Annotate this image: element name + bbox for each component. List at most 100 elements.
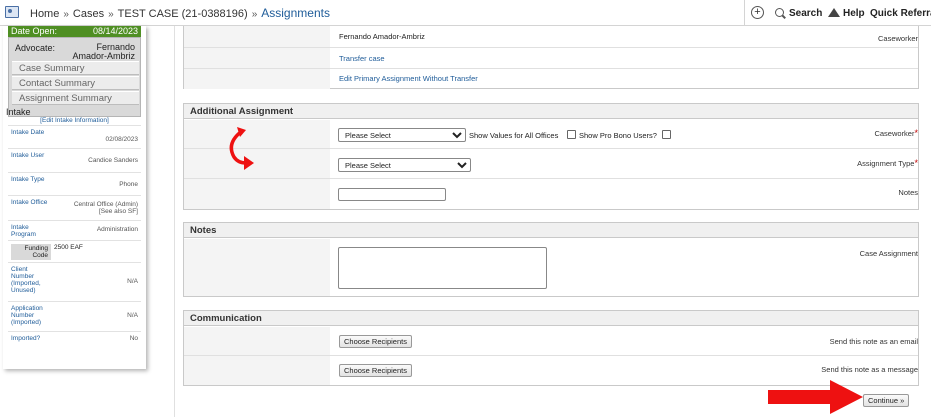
intake-row-value: N/A [127,278,138,285]
topbar-divider [744,0,745,26]
show-pro-bono-checkbox[interactable] [662,130,671,139]
email-row: Send this note as an email Choose Recipi… [184,327,918,356]
notes-input[interactable] [338,188,446,201]
case-assignment-label: Case Assignment [859,249,918,258]
required-mark: * [914,128,918,138]
curved-arrow-annotation [229,127,254,170]
quick-referral-button[interactable]: Quick Referral [870,8,931,19]
intake-row-value: Central Office (Admin) [See also SF] [73,201,138,215]
assignment-type-row: Assignment Type* Please Select [184,149,918,179]
search-label: Search [789,8,823,19]
case-summary-tab[interactable]: Case Summary [12,61,139,75]
date-open-value: 08/14/2023 [92,26,138,36]
breadcrumb-home[interactable]: Home [30,8,59,20]
caseworker-label: Caseworker [877,34,918,43]
label-cell [184,356,330,385]
intake-row-value: 02/08/2023 [105,136,138,143]
communication-section: Communication Send this note as an email… [183,310,919,386]
search-icon [775,8,784,17]
label-cell [184,327,330,355]
caseworker-value: Fernando Amador-Ambriz [339,32,425,41]
intake-row-key: Intake User [11,152,45,159]
breadcrumb-cases[interactable]: Cases [73,8,104,20]
assignment-type-select[interactable]: Please Select [338,158,471,172]
notes-row: Notes [184,179,918,209]
intake-row-value: Candice Sanders [88,157,138,164]
intake-row-key: Intake Program [11,224,36,238]
intake-row: Imported? No [8,333,141,347]
additional-caseworker-row: Caseworker* Please Select Show Values fo… [184,120,918,149]
show-all-offices-label: Show Values for All Offices [469,131,559,140]
caseworker-select[interactable]: Please Select [338,128,466,142]
additional-assignment-title: Additional Assignment [184,104,918,119]
advocate-box: Advocate: Fernando Amador-Ambriz Case Su… [8,37,141,117]
advocate-label: Advocate: [15,43,56,53]
communication-title: Communication [184,311,918,326]
edit-primary-row: Edit Primary Assignment Without Transfer [184,69,918,89]
edit-primary-assignment-link[interactable]: Edit Primary Assignment Without Transfer [339,74,478,83]
message-label: Send this note as a message [821,365,918,374]
funding-code-value: 2500 EAF [54,244,83,251]
intake-row-value: N/A [127,312,138,319]
funding-code-row: Funding Code 2500 EAF [8,242,141,263]
intake-row-key: Imported? [11,335,41,342]
label-cell [184,48,330,68]
intake-row: Intake Office Central Office (Admin) [Se… [8,197,141,221]
intake-row: Intake Program Administration [8,222,141,241]
search-button[interactable]: Search [775,8,822,19]
choose-recipients-message-button[interactable]: Choose Recipients [339,364,412,377]
continue-button[interactable]: Continue » [863,394,910,407]
case-card-icon[interactable] [5,6,19,18]
intake-row: Intake User Candice Sanders [8,150,141,173]
caseworker-label-text: Caseworker [874,129,915,138]
case-sidebar: Date Open: 08/14/2023 Advocate: Fernando… [3,26,146,369]
breadcrumb-case[interactable]: TEST CASE (21-0388196) [118,8,248,20]
caseworker-row: Caseworker Fernando Amador-Ambriz [184,26,918,48]
label-cell [184,69,330,89]
assignment-type-label-text: Assignment Type [857,159,915,168]
case-assignment-textarea[interactable] [338,247,547,289]
breadcrumb-current: Assignments [261,6,330,20]
intake-row-key: Intake Type [11,176,45,183]
date-open-bar: Date Open: 08/14/2023 [8,26,141,37]
required-mark: * [914,158,918,168]
intake-row-key: Intake Office [11,199,48,206]
big-arrow-annotation [768,380,863,414]
show-all-offices-checkbox[interactable] [567,130,576,139]
choose-recipients-email-button[interactable]: Choose Recipients [339,335,412,348]
top-bar: Home» Cases» TEST CASE (21-0388196)» Assign… [0,0,931,26]
intake-row: Intake Type Phone [8,174,141,196]
breadcrumb-separator: » [251,9,258,20]
add-icon[interactable]: + [751,6,764,19]
notes-title: Notes [184,223,918,238]
primary-assignment-section: Caseworker Fernando Amador-Ambriz Transf… [183,26,919,89]
intake-title: Intake [6,107,31,117]
intake-row: Intake Date 02/08/2023 [8,127,141,149]
intake-row-value: No [129,335,138,342]
help-icon [828,8,840,17]
help-button[interactable]: Help [828,8,865,19]
assignment-summary-tab[interactable]: Assignment Summary [12,91,139,105]
intake-row-key: Application Number (Imported) [11,305,43,326]
contact-summary-tab[interactable]: Contact Summary [12,76,139,90]
notes-label: Notes [898,188,918,197]
breadcrumb-separator: » [63,9,69,20]
main-divider [174,26,175,417]
show-pro-bono-label: Show Pro Bono Users? [579,131,657,140]
advocate-value: Fernando Amador-Ambriz [72,42,135,61]
breadcrumb-separator: » [108,9,114,20]
notes-section: Notes Case Assignment [183,222,919,297]
date-open-label: Date Open: [11,26,58,36]
intake-row-key: Intake Date [11,129,45,136]
additional-caseworker-label: Caseworker* [782,128,918,138]
transfer-case-link[interactable]: Transfer case [339,54,385,63]
transfer-row: Transfer case [184,48,918,69]
additional-assignment-section: Additional Assignment Caseworker* Please… [183,103,919,210]
intake-row-key: Client Number (Imported, Unused) [11,266,41,294]
intake-row: Application Number (Imported) N/A [8,303,141,332]
help-label: Help [843,8,865,19]
label-cell [184,179,330,209]
intake-row-value: Phone [119,181,138,188]
label-cell [184,26,330,47]
edit-intake-link[interactable]: [Edit Intake Information] [8,117,141,126]
